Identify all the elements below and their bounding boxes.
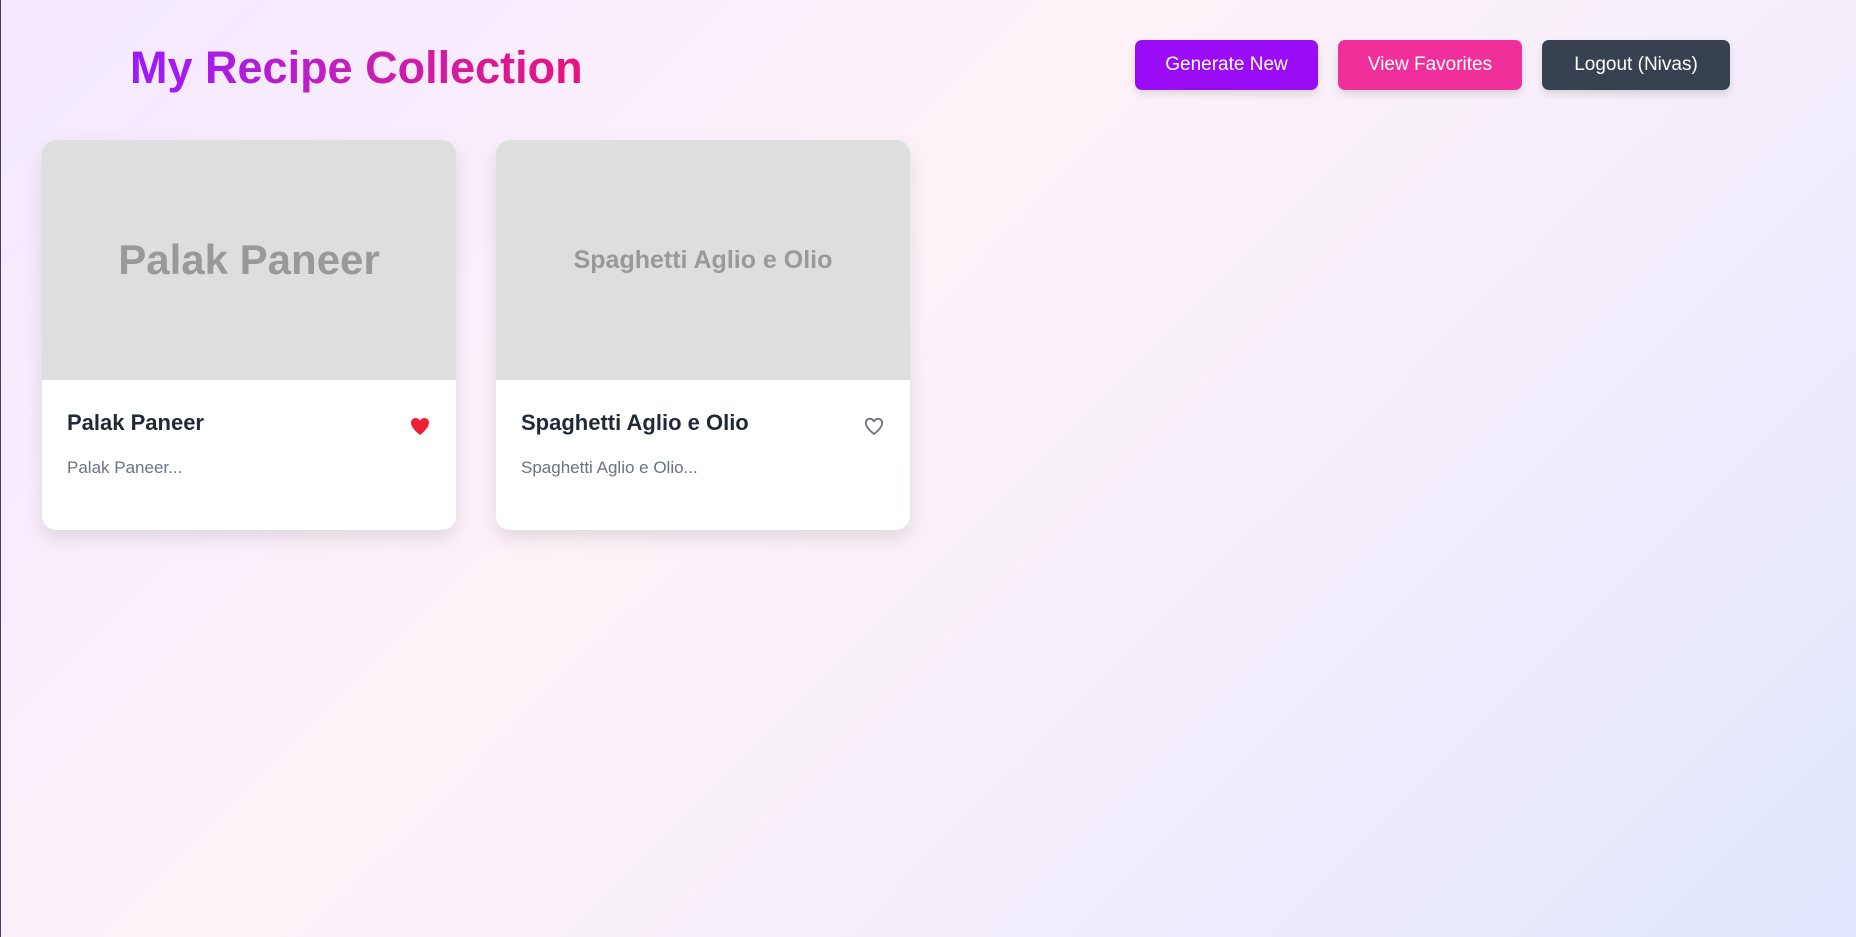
header-actions: Generate New View Favorites Logout (Niva… (1135, 40, 1730, 90)
recipe-card-body: Spaghetti Aglio e Olio Spaghetti Aglio e… (496, 380, 910, 480)
recipe-description: Palak Paneer... (67, 458, 183, 477)
recipe-card[interactable]: Palak Paneer Palak Paneer Palak Paneer..… (42, 140, 456, 530)
favorite-toggle-button[interactable] (862, 414, 886, 438)
recipe-image-placeholder: Spaghetti Aglio e Olio (496, 140, 910, 380)
recipe-card-body: Palak Paneer Palak Paneer... (42, 380, 456, 480)
generate-new-button[interactable]: Generate New (1135, 40, 1318, 90)
recipe-title: Palak Paneer (67, 410, 204, 435)
page-title: My Recipe Collection (130, 38, 583, 98)
recipe-image-placeholder: Palak Paneer (42, 140, 456, 380)
heart-outline-icon (862, 414, 886, 438)
favorite-toggle-button[interactable] (408, 414, 432, 438)
recipe-card[interactable]: Spaghetti Aglio e Olio Spaghetti Aglio e… (496, 140, 910, 530)
heart-filled-icon (408, 414, 432, 438)
view-favorites-button[interactable]: View Favorites (1338, 40, 1522, 90)
recipe-title: Spaghetti Aglio e Olio (521, 410, 749, 435)
app-header: My Recipe Collection Generate New View F… (1, 0, 1856, 130)
recipe-grid: Palak Paneer Palak Paneer Palak Paneer..… (42, 140, 910, 530)
recipe-description: Spaghetti Aglio e Olio... (521, 458, 698, 477)
logout-button[interactable]: Logout (Nivas) (1542, 40, 1730, 90)
